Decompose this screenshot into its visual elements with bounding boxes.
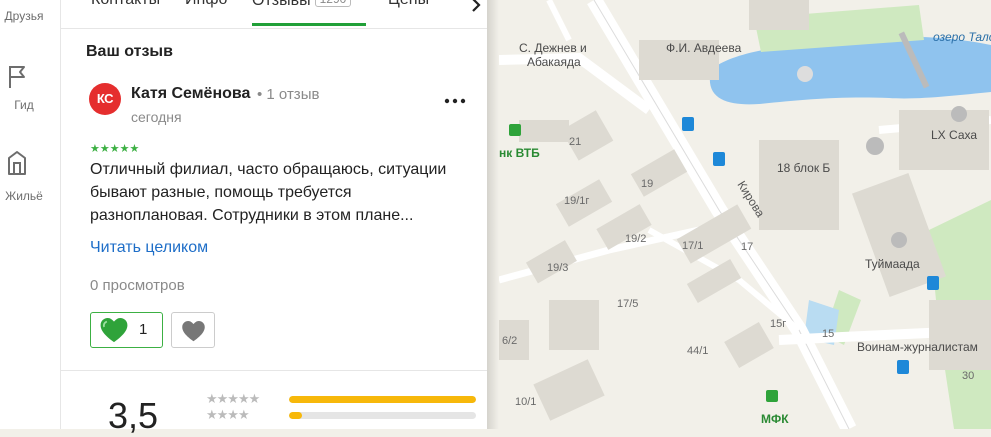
place-panel: Контакты Инфо Отзывы1290 Цены Ваш отзыв … — [61, 0, 487, 436]
building-number: 19/3 — [547, 262, 569, 274]
dist-row-5-fill — [289, 396, 476, 403]
rail-guide-label: Гид — [14, 98, 34, 112]
building-number: 17 — [741, 241, 754, 253]
avatar[interactable]: КС — [89, 83, 121, 115]
building-number: 44/1 — [687, 345, 709, 357]
author-review-count: • 1 отзыв — [257, 86, 320, 103]
section-divider — [61, 370, 487, 371]
dist-row-4-stars: ★★★★ — [206, 407, 250, 422]
read-more-link[interactable]: Читать целиком — [90, 239, 208, 257]
tab-bar: Контакты Инфо Отзывы1290 Цены — [61, 0, 487, 29]
map-label-block[interactable]: 18 блок Б — [777, 161, 830, 175]
reviews-count-badge: 1290 — [314, 0, 352, 7]
views-count: 0 просмотров — [90, 277, 185, 294]
tab-prices-label: Цены — [388, 0, 429, 8]
review-author[interactable]: Катя Семёнова — [131, 85, 250, 103]
dist-row-4-bar — [289, 412, 476, 419]
building-number: 15 — [822, 328, 835, 340]
dist-row-5-bar — [289, 396, 476, 403]
building-number: 19/2 — [625, 233, 647, 245]
panel-shadow — [487, 0, 499, 429]
building-number: 17/5 — [617, 298, 639, 310]
map-label-abakayada[interactable]: Абакаяда — [527, 55, 581, 69]
active-tab-indicator — [252, 23, 366, 26]
map-label-avdeev[interactable]: Ф.И. Авдеева — [666, 41, 741, 55]
rail-guide[interactable]: Гид — [0, 62, 60, 112]
building-number: 6/2 — [502, 335, 518, 347]
map-label-voinam[interactable]: Воинам-журналистам — [857, 340, 978, 354]
overall-rating: 3,5 — [108, 395, 159, 436]
flag-icon — [9, 66, 25, 88]
map-label-lake[interactable]: озеро Талое — [933, 30, 991, 44]
house-icon — [8, 151, 26, 175]
building-number: 19/1г — [564, 195, 590, 207]
heart-green-icon — [100, 318, 128, 343]
review-section-title: Ваш отзыв — [86, 43, 173, 60]
building-number: 30 — [962, 370, 975, 382]
more-options-icon[interactable] — [444, 98, 466, 104]
building-number: 17/1 — [682, 240, 704, 252]
map-label-dezhnev[interactable]: С. Дежнев и — [519, 41, 587, 55]
tabs-scroll-right-icon[interactable] — [465, 0, 487, 16]
review-stars: ★★★★★ — [90, 143, 140, 155]
map-label-tuymaada[interactable]: Туймаада — [865, 257, 920, 271]
tab-prices[interactable]: Цены — [388, 0, 429, 9]
map-label-lx[interactable]: LX Саха — [931, 128, 977, 142]
rail-friends-label: Друзья — [4, 9, 44, 23]
like-button[interactable]: 1 — [90, 312, 163, 348]
review-date: сегодня — [131, 109, 182, 125]
building-number: 15г — [770, 318, 787, 330]
building-number: 10/1 — [515, 396, 537, 408]
side-rail: Друзья Гид Жильё — [0, 0, 61, 429]
rail-housing[interactable]: Жильё — [0, 148, 60, 204]
tab-contacts-label: Контакты — [91, 0, 160, 8]
review-text: Отличный филиал, часто обращаюсь, ситуац… — [90, 161, 447, 224]
map-label-mfk[interactable]: МФК — [761, 412, 789, 426]
heart-gray-icon — [182, 321, 205, 342]
dist-row-4-fill — [289, 412, 303, 419]
rail-housing-label: Жильё — [5, 189, 43, 203]
building-number: 21 — [569, 136, 582, 148]
dislike-button[interactable] — [171, 312, 215, 348]
tab-contacts[interactable]: Контакты — [91, 0, 160, 9]
tab-info-label: Инфо — [185, 0, 227, 8]
tab-reviews[interactable]: Отзывы1290 — [252, 0, 352, 10]
tab-info[interactable]: Инфо — [185, 0, 227, 9]
tab-reviews-label: Отзывы — [252, 0, 311, 9]
like-count: 1 — [139, 321, 148, 338]
map-view[interactable]: С. Дежнев и Абакаяда Ф.И. Авдеева озеро … — [499, 0, 991, 429]
map-label-vtb[interactable]: нк ВТБ — [499, 146, 540, 160]
building-number: 19 — [641, 178, 654, 190]
dist-row-5-stars: ★★★★★ — [206, 391, 260, 406]
